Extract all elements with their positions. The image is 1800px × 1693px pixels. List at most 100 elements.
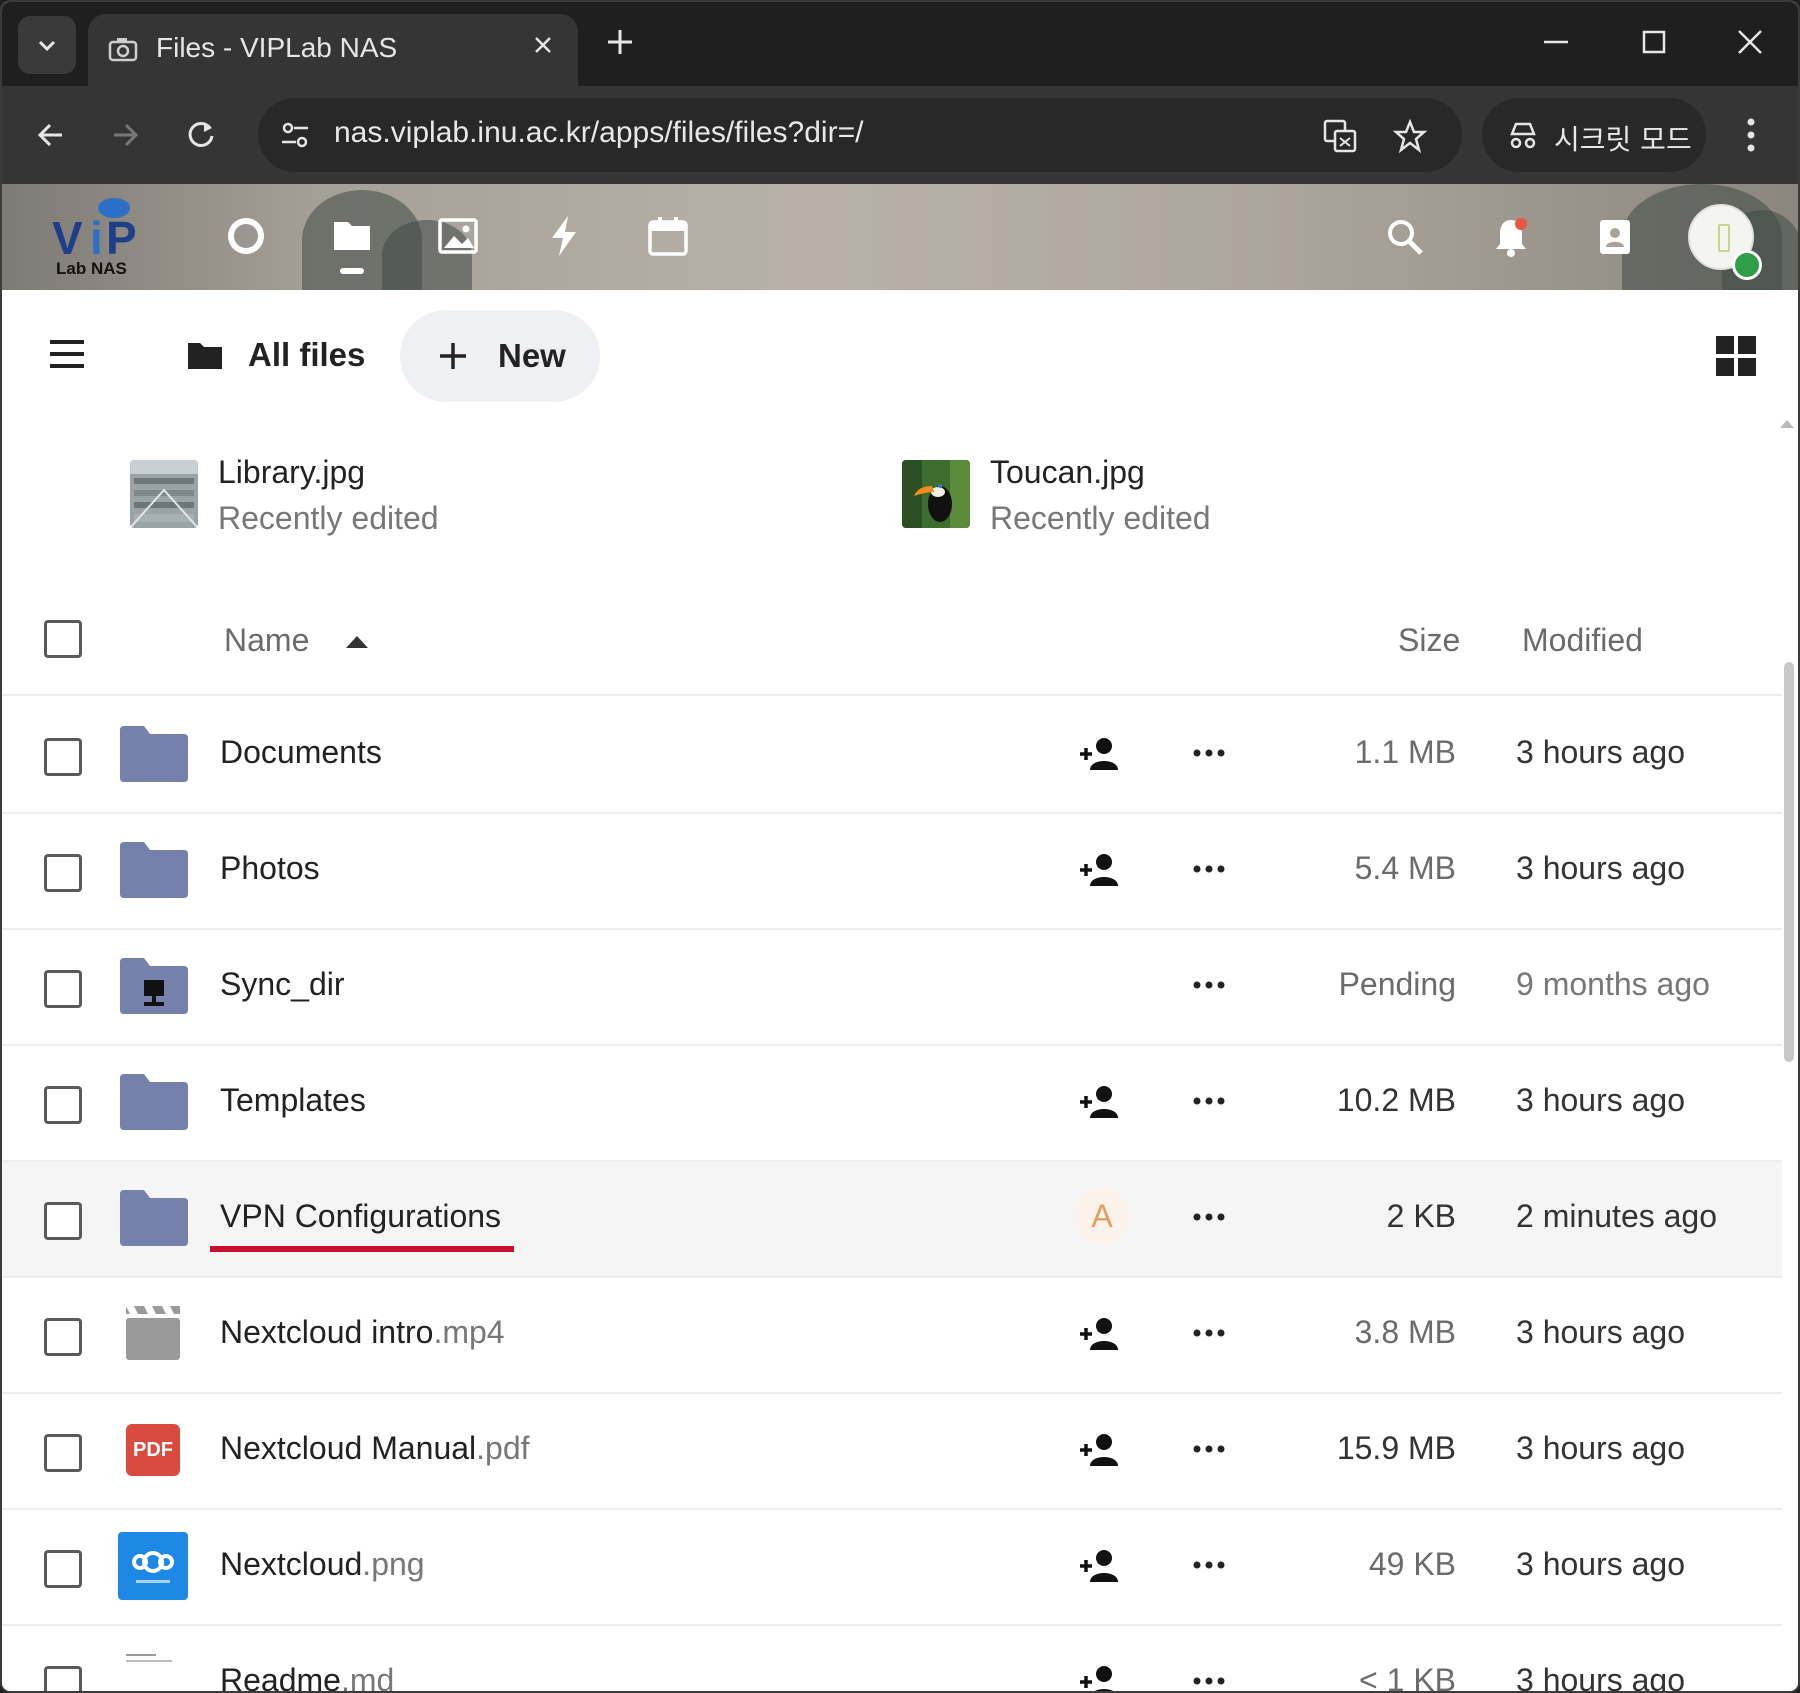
new-tab-icon[interactable] (602, 24, 638, 60)
menu-hamburger-icon[interactable] (46, 338, 88, 370)
library-thumbnail (130, 460, 198, 528)
close-tab-icon[interactable] (528, 30, 558, 60)
file-row[interactable]: Nextcloud.png 49 KB 3 hours ago (2, 1510, 1782, 1626)
file-row[interactable]: Nextcloud intro.mp4 3.8 MB 3 hours ago (2, 1278, 1782, 1394)
maximize-icon[interactable] (1636, 24, 1672, 60)
file-row[interactable]: Sync_dir Pending 9 months ago (2, 930, 1782, 1046)
new-button[interactable]: New (400, 310, 600, 402)
minimize-icon[interactable] (1538, 24, 1574, 60)
active-tab[interactable]: Files - VIPLab NAS (88, 14, 578, 86)
row-checkbox[interactable] (44, 1086, 82, 1124)
forward-arrow-icon[interactable] (106, 116, 144, 154)
row-checkbox[interactable] (44, 1202, 82, 1240)
file-row[interactable]: Templates 10.2 MB 3 hours ago (2, 1046, 1782, 1162)
column-name-header[interactable]: Name (224, 622, 309, 659)
close-window-icon[interactable] (1732, 24, 1768, 60)
nextcloud-image-thumbnail (118, 1532, 188, 1600)
more-actions-icon[interactable] (1192, 1674, 1226, 1688)
row-checkbox[interactable] (44, 1550, 82, 1588)
photos-icon[interactable] (436, 214, 480, 258)
notifications-bell-icon[interactable] (1490, 216, 1532, 258)
row-checkbox[interactable] (44, 970, 82, 1008)
search-icon[interactable] (1384, 216, 1426, 258)
file-modified: 2 minutes ago (1516, 1198, 1718, 1234)
file-name: Nextcloud.png (220, 1546, 425, 1582)
file-name: Photos (220, 850, 320, 886)
breadcrumb-all-files[interactable]: All files (186, 330, 365, 380)
toucan-thumbnail (902, 460, 970, 528)
viplab-logo[interactable]: V i P Lab NAS (48, 194, 160, 280)
shared-by-avatar[interactable]: A (1074, 1188, 1130, 1244)
scroll-up-arrow[interactable] (1780, 420, 1794, 428)
recent-file-card[interactable]: Toucan.jpg Recently edited (902, 454, 1602, 544)
more-actions-icon[interactable] (1192, 862, 1226, 876)
column-modified-header[interactable]: Modified (1522, 622, 1643, 659)
sort-ascending-icon[interactable] (346, 636, 368, 648)
file-row[interactable]: Documents 1.1 MB 3 hours ago (2, 698, 1782, 814)
recent-file-name: Library.jpg (218, 454, 366, 490)
more-actions-icon[interactable] (1192, 1094, 1226, 1108)
more-actions-icon[interactable] (1192, 1442, 1226, 1456)
row-checkbox[interactable] (44, 1666, 82, 1691)
status-online-dot (1732, 250, 1762, 280)
files-icon[interactable] (330, 214, 374, 258)
row-checkbox[interactable] (44, 854, 82, 892)
more-actions-icon[interactable] (1192, 746, 1226, 760)
browser-menu-icon[interactable] (1736, 114, 1766, 156)
tab-search-button[interactable] (18, 16, 76, 74)
file-name: Nextcloud intro.mp4 (220, 1314, 505, 1350)
file-size: 1.1 MB (1354, 734, 1456, 770)
select-all-checkbox[interactable] (44, 620, 82, 658)
file-row[interactable]: PDF Nextcloud Manual.pdf 15.9 MB 3 hours… (2, 1394, 1782, 1510)
file-size: 3.8 MB (1354, 1314, 1456, 1350)
back-arrow-icon[interactable] (32, 116, 70, 154)
row-checkbox[interactable] (44, 1318, 82, 1356)
site-info-icon[interactable] (278, 118, 312, 152)
column-size-header[interactable]: Size (1398, 622, 1460, 659)
file-row[interactable]: Readme.md < 1 KB 3 hours ago (2, 1626, 1782, 1693)
new-button-label: New (498, 337, 566, 374)
vertical-scrollbar[interactable] (1784, 662, 1794, 1062)
reload-icon[interactable] (182, 116, 220, 154)
recent-file-card[interactable]: Library.jpg Recently edited (130, 454, 830, 544)
file-row-highlighted[interactable]: VPN Configurations A 2 KB 2 minutes ago (2, 1162, 1782, 1278)
contacts-icon[interactable] (1594, 216, 1636, 258)
file-name: VPN Configurations (220, 1198, 502, 1234)
file-name: Templates (220, 1082, 366, 1118)
file-modified: 3 hours ago (1516, 734, 1686, 770)
more-actions-icon[interactable] (1192, 1326, 1226, 1340)
share-person-add-icon[interactable] (1080, 1316, 1122, 1352)
svg-text:Lab NAS: Lab NAS (56, 259, 127, 278)
row-checkbox[interactable] (44, 738, 82, 776)
svg-text:i: i (90, 212, 103, 264)
recent-file-name: Toucan.jpg (990, 454, 1145, 490)
folder-icon (120, 1074, 188, 1130)
file-size: 15.9 MB (1336, 1430, 1456, 1466)
file-row[interactable]: Photos 5.4 MB 3 hours ago (2, 814, 1782, 930)
active-app-indicator (340, 268, 364, 274)
share-person-add-icon[interactable] (1080, 1084, 1122, 1120)
share-person-add-icon[interactable] (1080, 736, 1122, 772)
file-list-header: Name Size Modified (2, 596, 1782, 696)
more-actions-icon[interactable] (1192, 978, 1226, 992)
user-avatar[interactable] (1688, 204, 1762, 280)
dashboard-icon[interactable] (224, 214, 268, 258)
more-actions-icon[interactable] (1192, 1210, 1226, 1224)
plus-icon (440, 343, 466, 369)
calendar-icon[interactable] (646, 214, 690, 258)
grid-view-icon[interactable] (1714, 334, 1758, 378)
share-person-add-icon[interactable] (1080, 852, 1122, 888)
bookmark-star-icon[interactable] (1392, 118, 1428, 154)
file-modified: 9 months ago (1516, 966, 1710, 1002)
incognito-indicator[interactable]: 시크릿 모드 (1482, 98, 1706, 172)
address-bar[interactable]: nas.viplab.inu.ac.kr/apps/files/files?di… (258, 98, 1462, 172)
share-person-add-icon[interactable] (1080, 1548, 1122, 1584)
translate-icon[interactable] (1322, 118, 1358, 154)
share-person-add-icon[interactable] (1080, 1432, 1122, 1468)
share-person-add-icon[interactable] (1080, 1664, 1122, 1693)
activity-icon[interactable] (542, 214, 586, 258)
row-checkbox[interactable] (44, 1434, 82, 1472)
more-actions-icon[interactable] (1192, 1558, 1226, 1572)
recent-file-subtitle: Recently edited (990, 500, 1211, 536)
browser-window: Files - VIPLab NAS nas.viplab.inu.ac.kr/… (0, 0, 1800, 1693)
